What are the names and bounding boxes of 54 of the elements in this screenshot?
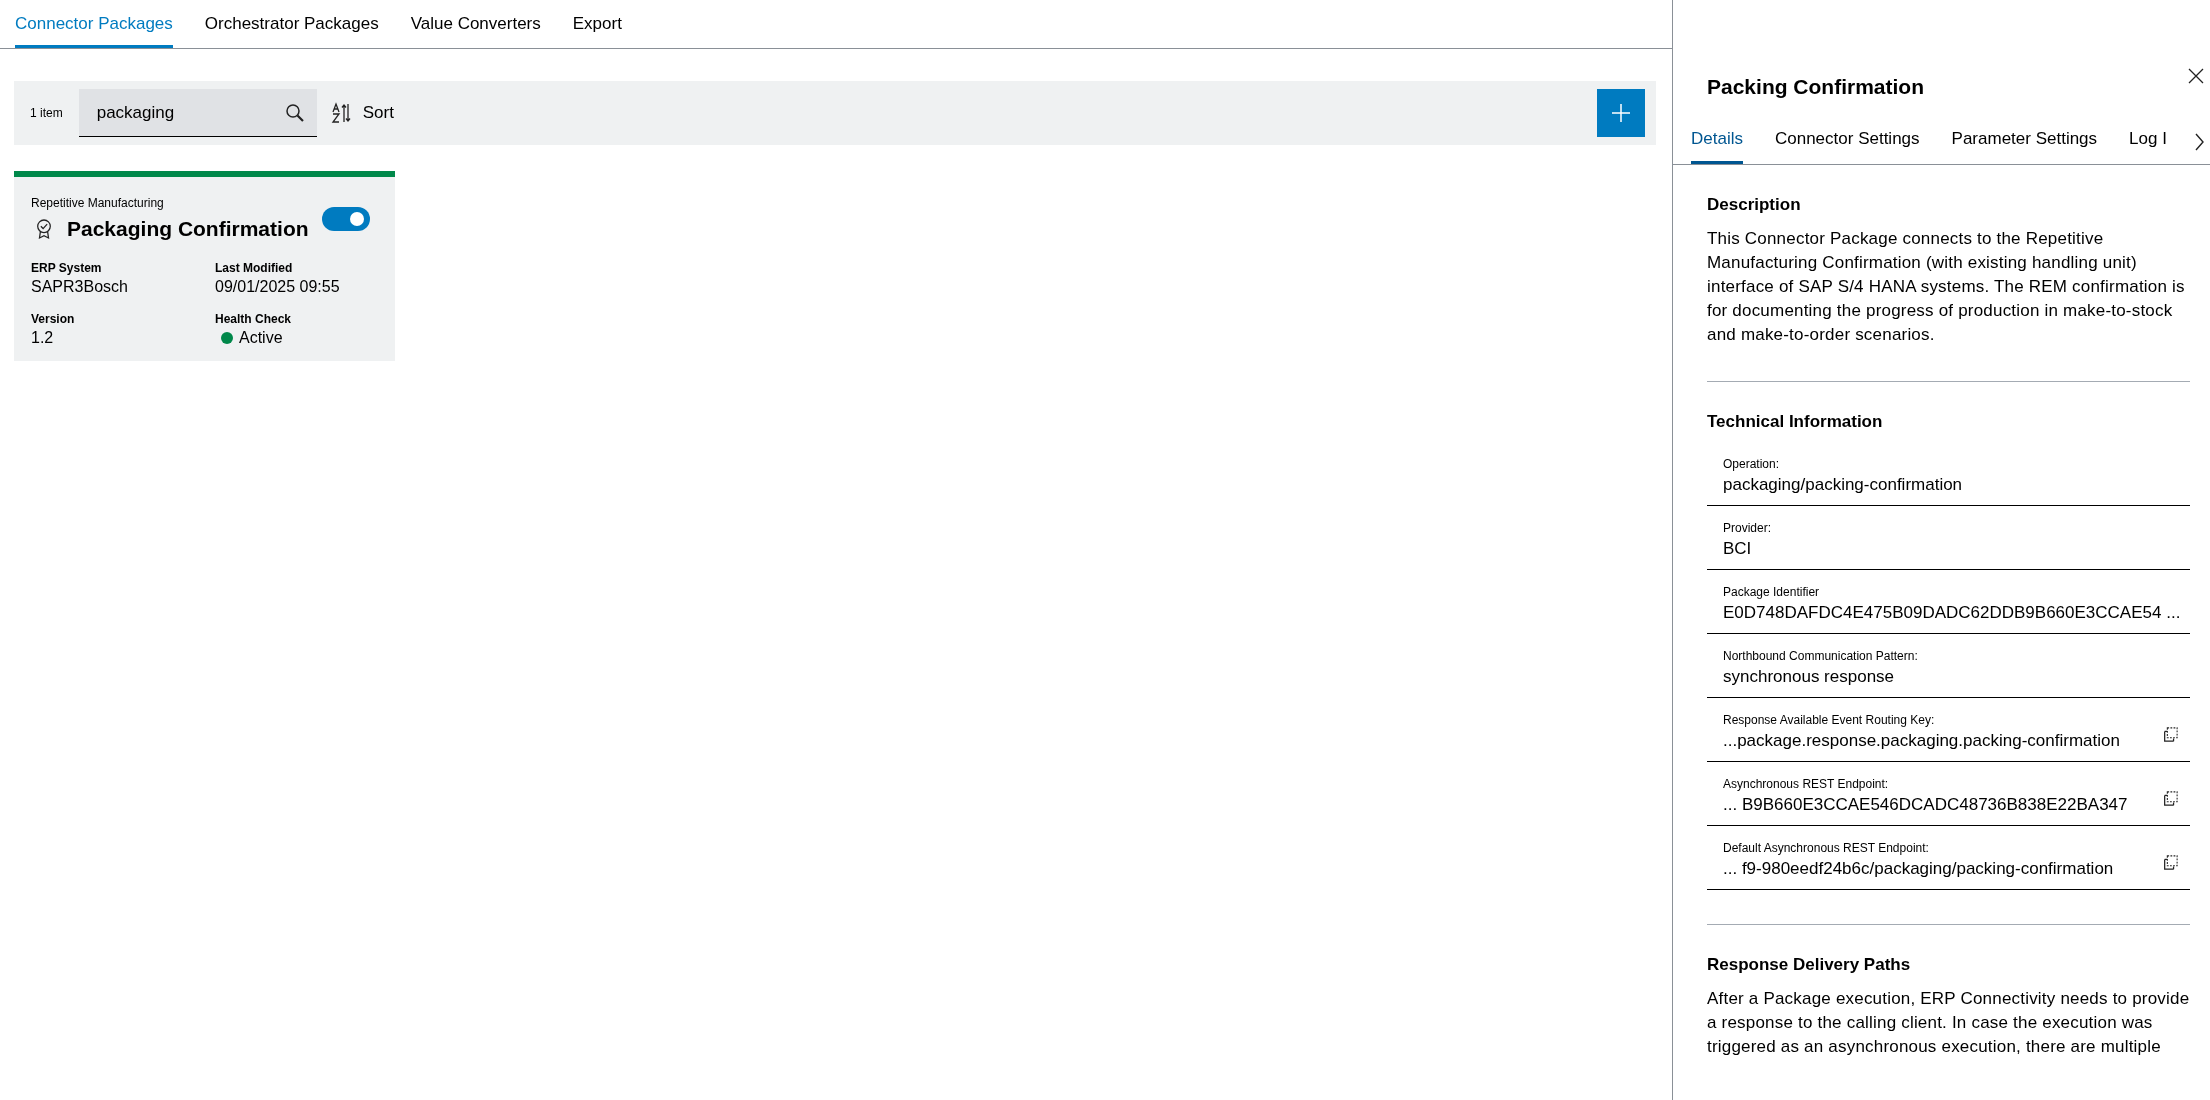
badge-icon	[35, 218, 53, 240]
details-tab[interactable]: Connector Settings	[1774, 116, 1920, 164]
field-value: ...package.response.packaging.packing-confirmation	[1723, 730, 2121, 751]
item-count: 1 item	[30, 106, 63, 120]
field-label: Response Available Event Routing Key:	[1723, 712, 1936, 727]
field-value: SAPR3Bosch	[31, 278, 128, 296]
panel-title: Packing Confirmation	[1707, 75, 1925, 99]
section-heading: Response Delivery Paths	[1707, 955, 1912, 975]
field-label: Asynchronous REST Endpoint:	[1723, 776, 1890, 791]
field-value: E0D748DAFDC4E475B09DADC62DDB9B660E3CCAE54 ...	[1723, 602, 2181, 623]
field-label: Provider:	[1723, 520, 1773, 535]
field-label: Last Modified	[215, 261, 294, 275]
nav-tab[interactable]: Orchestrator Packages	[204, 0, 379, 48]
plus-icon	[1611, 103, 1631, 123]
field-label: Health Check	[215, 312, 293, 326]
copy-icon[interactable]	[2162, 790, 2178, 807]
nav-tab[interactable]: Value Converters	[410, 0, 541, 48]
section-heading: Description	[1707, 195, 1802, 215]
copy-icon[interactable]	[2162, 726, 2178, 743]
details-tab[interactable]: Log I	[2129, 116, 2167, 164]
field-label: ERP System	[31, 261, 103, 275]
copy-icon[interactable]	[2162, 854, 2178, 871]
details-tab[interactable]: Details	[1691, 116, 1743, 164]
field-label: Northbound Communication Pattern:	[1723, 648, 1919, 663]
field-value: synchronous response	[1723, 666, 1896, 687]
section-text: This Connector Package connects to the Repetitive Manufacturing Confirmation (with existing handling unit) interface of SAP S/4 HANA systems. The REM confirmation is for documenting the progress of production in make-to-stock and make-to-order scenarios.	[1707, 228, 2186, 346]
field-label: Version	[31, 312, 76, 326]
field-label: Package Identifier	[1723, 584, 1821, 599]
toggle-switch[interactable]	[322, 207, 370, 231]
add-button[interactable]	[1597, 89, 1645, 137]
card-category: Repetitive Manufacturing	[31, 196, 164, 210]
card-title: Packaging Confirmation	[67, 217, 309, 241]
chevron-right-icon[interactable]	[2194, 133, 2204, 151]
field-value: ... f9-980eedf24b6c/packaging/packing-confirmation	[1723, 858, 2115, 879]
field-value: BCI	[1723, 538, 1753, 559]
field-value: ... B9B660E3CCAE546DCADC48736B838E22BA347	[1723, 794, 2129, 815]
search-input[interactable]: packaging	[94, 101, 285, 124]
details-tab[interactable]: Parameter Settings	[1951, 116, 2098, 164]
package-card[interactable]: Repetitive Manufacturing Packaging Confirmation ERP System SAPR3Bosch Last Modified 09/01/2025 09:55 Version 1.2 Health Check Active	[14, 171, 395, 361]
nav-tab[interactable]: Connector Packages	[15, 0, 173, 48]
search-icon	[284, 102, 305, 123]
sort-button[interactable]: Sort	[330, 102, 394, 124]
field-value: packaging/packing-confirmation	[1723, 474, 1964, 495]
field-value: 1.2	[31, 329, 54, 347]
close-icon[interactable]	[2188, 68, 2204, 84]
field-label: Default Asynchronous REST Endpoint:	[1723, 840, 1930, 855]
search-field[interactable]: packaging	[78, 89, 317, 137]
field-value: 09/01/2025 09:55	[215, 278, 340, 296]
section-text: After a Package execution, ERP Connectivity needs to provide a response to the calling client. In case the execution was triggered as an asynchronous execution, there are multiple	[1707, 988, 2190, 1058]
field-value: Active	[239, 329, 283, 347]
field-label: Operation:	[1723, 456, 1781, 471]
section-heading: Technical Information	[1707, 412, 1884, 432]
nav-tab[interactable]: Export	[572, 0, 622, 48]
sort-icon	[330, 102, 353, 124]
